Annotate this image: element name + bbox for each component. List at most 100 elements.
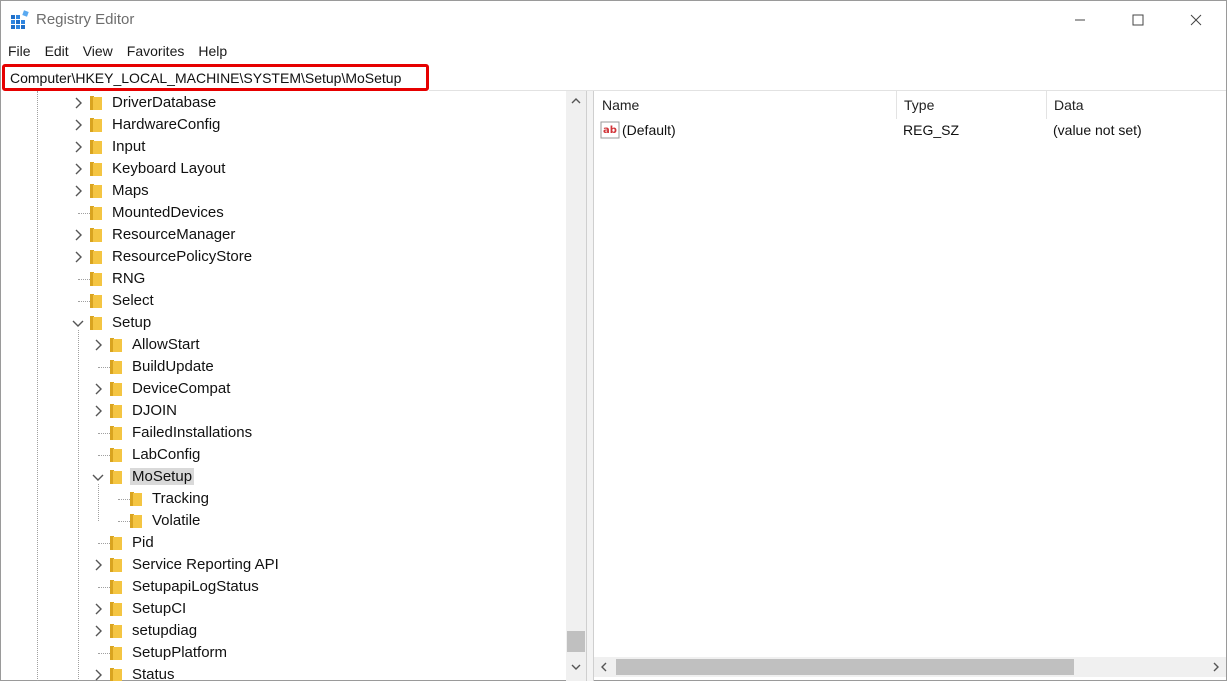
folder-icon (130, 492, 142, 506)
tree-item[interactable]: DeviceCompat (2, 378, 562, 400)
tree-item[interactable]: MoSetup (2, 466, 562, 488)
close-button[interactable] (1167, 1, 1225, 39)
chevron-right-icon[interactable] (91, 382, 105, 396)
tree-item[interactable]: SetupPlatform (2, 642, 562, 664)
folder-icon (90, 184, 102, 198)
tree-item[interactable]: MountedDevices (2, 202, 562, 224)
tree-item[interactable]: Service Reporting API (2, 554, 562, 576)
tree-item-label: Tracking (152, 490, 209, 507)
folder-icon (110, 602, 122, 616)
chevron-right-icon[interactable] (71, 96, 85, 110)
tree-item[interactable]: ResourceManager (2, 224, 562, 246)
folder-icon (90, 228, 102, 242)
address-bar[interactable]: Computer\HKEY_LOCAL_MACHINE\SYSTEM\Setup… (2, 64, 429, 91)
value-name: (Default) (622, 122, 676, 138)
tree-item-label: Volatile (152, 512, 201, 529)
menu-help[interactable]: Help (191, 41, 234, 62)
tree-item[interactable]: Keyboard Layout (2, 158, 562, 180)
column-header-type[interactable]: Type (896, 91, 1046, 119)
tree-item-label: SetupapiLogStatus (132, 578, 259, 595)
chevron-right-icon[interactable] (71, 250, 85, 264)
chevron-right-icon[interactable] (91, 602, 105, 616)
folder-icon (110, 580, 122, 594)
tree-item[interactable]: Input (2, 136, 562, 158)
column-header-name[interactable]: Name (594, 91, 896, 119)
tree-item-label: Service Reporting API (132, 556, 279, 573)
tree-item[interactable]: Volatile (2, 510, 562, 532)
folder-icon (90, 140, 102, 154)
chevron-down-icon[interactable] (71, 316, 85, 330)
tree-item[interactable]: Pid (2, 532, 562, 554)
tree-item[interactable]: Select (2, 290, 562, 312)
maximize-icon (1132, 14, 1144, 26)
chevron-right-icon[interactable] (91, 558, 105, 572)
folder-icon (110, 470, 122, 484)
scroll-left-button[interactable] (594, 657, 614, 677)
tree-item[interactable]: Tracking (2, 488, 562, 510)
tree-item[interactable]: AllowStart (2, 334, 562, 356)
tree-item-label: MoSetup (130, 468, 195, 485)
column-header-data[interactable]: Data (1046, 91, 1226, 119)
tree-vertical-scrollbar[interactable] (566, 91, 586, 681)
tree-item-label: DJOIN (132, 402, 177, 419)
tree-item[interactable]: Setup (2, 312, 562, 334)
tree-scroll-thumb[interactable] (567, 631, 585, 652)
folder-icon (90, 250, 102, 264)
tree-item[interactable]: LabConfig (2, 444, 562, 466)
tree-item-label: Maps (112, 182, 149, 199)
tree-item[interactable]: SetupapiLogStatus (2, 576, 562, 598)
chevron-down-icon[interactable] (91, 470, 105, 484)
tree-item[interactable]: Status (2, 664, 562, 681)
values-scroll-thumb[interactable] (616, 659, 1074, 675)
chevron-right-icon[interactable] (71, 162, 85, 176)
tree-item[interactable]: Maps (2, 180, 562, 202)
tree-item[interactable]: setupdiag (2, 620, 562, 642)
menu-edit[interactable]: Edit (38, 41, 76, 62)
values-horizontal-scrollbar[interactable] (594, 657, 1226, 677)
folder-icon (110, 558, 122, 572)
tree-item-label: AllowStart (132, 336, 200, 353)
chevron-right-icon[interactable] (71, 118, 85, 132)
maximize-button[interactable] (1109, 1, 1167, 39)
tree-item[interactable]: RNG (2, 268, 562, 290)
tree-item[interactable]: SetupCI (2, 598, 562, 620)
tree-item-label: Status (132, 666, 175, 681)
tree-item[interactable]: DJOIN (2, 400, 562, 422)
menu-view[interactable]: View (76, 41, 120, 62)
tree-item[interactable]: BuildUpdate (2, 356, 562, 378)
chevron-right-icon[interactable] (71, 140, 85, 154)
scroll-up-button[interactable] (566, 91, 586, 111)
tree-item[interactable]: DriverDatabase (2, 92, 562, 114)
tree-item[interactable]: FailedInstallations (2, 422, 562, 444)
folder-icon (110, 338, 122, 352)
folder-icon (110, 448, 122, 462)
tree-item[interactable]: ResourcePolicyStore (2, 246, 562, 268)
close-icon (1190, 14, 1202, 26)
chevron-right-icon[interactable] (91, 624, 105, 638)
title-bar[interactable]: Registry Editor (1, 1, 1226, 39)
chevron-right-icon[interactable] (91, 404, 105, 418)
chevron-right-icon[interactable] (91, 668, 105, 681)
scroll-right-button[interactable] (1206, 657, 1226, 677)
window-title: Registry Editor (36, 11, 135, 28)
column-header-data-label: Data (1054, 97, 1084, 113)
values-pane[interactable]: Name Type Data ab (Default) REG_SZ (valu… (593, 91, 1227, 681)
chevron-right-icon[interactable] (71, 228, 85, 242)
minimize-button[interactable] (1051, 1, 1109, 39)
tree-item-label: LabConfig (132, 446, 201, 463)
chevron-right-icon[interactable] (71, 184, 85, 198)
folder-icon (110, 646, 122, 660)
chevron-right-icon[interactable] (91, 338, 105, 352)
menu-favorites[interactable]: Favorites (120, 41, 192, 62)
menu-file[interactable]: File (1, 41, 38, 62)
key-tree-pane[interactable]: DriverDatabase HardwareConfig Input Keyboar… (2, 91, 587, 681)
scroll-down-button[interactable] (566, 657, 586, 677)
folder-icon (90, 294, 102, 308)
folder-icon (90, 272, 102, 286)
tree-item[interactable]: HardwareConfig (2, 114, 562, 136)
tree-item-label: setupdiag (132, 622, 198, 639)
svg-text:ab: ab (603, 125, 617, 136)
tree-item-label: HardwareConfig (112, 116, 221, 133)
chevron-right-icon (1213, 662, 1219, 672)
value-row[interactable]: ab (Default) REG_SZ (value not set) (594, 119, 1226, 141)
